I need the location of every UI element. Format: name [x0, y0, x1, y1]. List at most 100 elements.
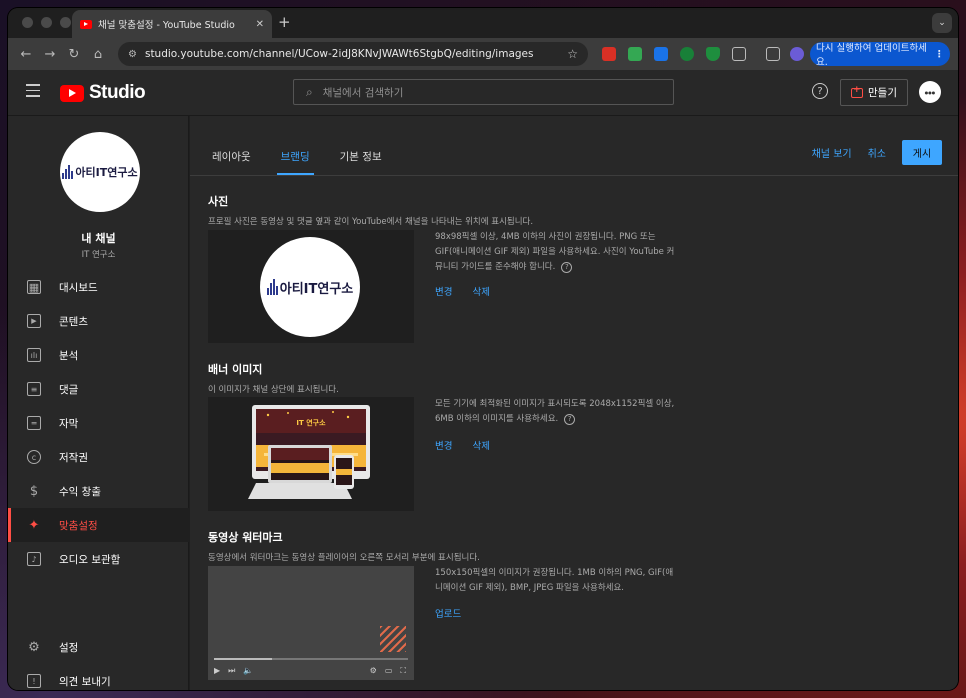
monetization-icon: $ [29, 483, 39, 499]
banner-actions: 변경 삭제 [435, 438, 490, 452]
device-mockup-image: IT 연구소 [248, 405, 370, 499]
photo-description: 프로필 사진은 동영상 및 댓글 옆과 같이 YouTube에서 채널을 나타내… [208, 217, 534, 227]
browser-toolbar: ← → ↻ ⌂ ⚙ studio.youtube.com/channel/UCo… [8, 38, 958, 70]
browser-tab[interactable]: 채널 맞춤설정 - YouTube Studio ✕ [72, 10, 272, 38]
sidebar-item-monetization[interactable]: $ 수익 창출 [8, 474, 189, 508]
address-bar[interactable]: ⚙ studio.youtube.com/channel/UCow-2idJ8K… [118, 42, 588, 66]
upload-watermark-button[interactable]: 업로드 [435, 606, 461, 620]
studio-logo[interactable]: Studio [60, 82, 146, 104]
bookmark-star-icon[interactable]: ☆ [567, 47, 578, 61]
forward-icon[interactable]: → [38, 47, 62, 62]
more-menu-icon[interactable]: ⋮ [935, 49, 945, 60]
change-photo-button[interactable]: 변경 [435, 284, 452, 298]
watermark-description: 동영상에서 워터마크는 동영상 플레이어의 오른쪽 모서리 부분에 표시됩니다. [208, 553, 480, 563]
profile-icon[interactable] [790, 47, 804, 61]
sidebar-item-dashboard[interactable]: ▦ 대시보드 [8, 270, 189, 304]
player-controls-left: ▶ ⏭ 🔈 [214, 666, 253, 676]
photo-info-text: 98x98픽셀 이상, 4MB 이하의 사진이 권장됩니다. PNG 또는 GI… [435, 232, 675, 272]
fullscreen-icon: ⛶ [400, 666, 406, 675]
sidebar-item-label: 분석 [59, 349, 79, 362]
banner-section: 배너 이미지 이 이미지가 채널 상단에 표시됩니다. [208, 361, 339, 395]
channel-logo-icon [266, 279, 278, 295]
sidebar-item-label: 자막 [59, 417, 79, 430]
sidebar-item-settings[interactable]: ⚙ 설정 [8, 630, 189, 664]
create-button[interactable]: 만들기 [840, 79, 908, 106]
sidebar-item-copyright[interactable]: c 저작권 [8, 440, 189, 474]
photo-title: 사진 [208, 195, 229, 208]
tab-search-icon[interactable]: ⌄ [932, 13, 952, 33]
cancel-button[interactable]: 취소 [868, 145, 886, 160]
sidebar-item-label: 대시보드 [59, 281, 98, 294]
minimize-window-button[interactable] [41, 17, 52, 28]
reload-icon[interactable]: ↻ [62, 47, 86, 62]
tab-branding[interactable]: 브랜딩 [276, 140, 314, 175]
content-icon: ▶ [27, 314, 41, 328]
photo-section: 사진 프로필 사진은 동영상 및 댓글 옆과 같이 YouTube에서 채널을 … [208, 193, 533, 227]
settings-gear-icon: ⚙ [369, 666, 377, 675]
watermark-title: 동영상 워터마크 [208, 531, 283, 544]
extension-download-icon[interactable] [654, 47, 668, 61]
sidebar-item-label: 오디오 보관함 [59, 553, 121, 566]
sidebar-item-label: 콘텐츠 [59, 315, 88, 328]
help-icon[interactable]: ? [812, 83, 828, 99]
home-icon[interactable]: ⌂ [86, 47, 110, 62]
sidebar-item-subtitles[interactable]: ═ 자막 [8, 406, 189, 440]
delete-banner-button[interactable]: 삭제 [472, 438, 489, 452]
watermark-info: 150x150픽셀의 이미지가 권장됩니다. 1MB 이하의 PNG, GIF(… [435, 568, 674, 593]
banner-description: 이 이미지가 채널 상단에 표시됩니다. [208, 385, 339, 395]
feedback-icon: ! [27, 674, 41, 688]
watermark-placeholder [380, 626, 406, 652]
youtube-favicon-icon [80, 19, 92, 29]
player-controls-right: ⚙ ▭ ⛶ [370, 666, 406, 676]
extension-green-icon[interactable] [628, 47, 642, 61]
create-label: 만들기 [868, 87, 897, 99]
sidebar-item-label: 의견 보내기 [59, 675, 111, 688]
account-avatar[interactable]: ●●● [919, 81, 941, 103]
extension-leaf-icon[interactable] [680, 47, 694, 61]
url-text: studio.youtube.com/channel/UCow-2idJ8KNv… [144, 48, 534, 60]
new-tab-icon[interactable]: + [278, 13, 291, 31]
zoom-window-button[interactable] [60, 17, 71, 28]
side-panel-icon[interactable] [766, 47, 780, 61]
page-tabs: 레이아웃 브랜딩 기본 정보 [212, 140, 382, 175]
sidebar-item-content[interactable]: ▶ 콘텐츠 [8, 304, 189, 338]
sidebar-item-label: 저작권 [59, 451, 88, 464]
help-circle-icon[interactable]: ? [564, 414, 576, 425]
back-icon[interactable]: ← [14, 47, 38, 62]
update-button[interactable]: 다시 실행하여 업데이트하세요. ⋮ [810, 42, 950, 68]
delete-photo-button[interactable]: 삭제 [472, 284, 489, 298]
tab-layout[interactable]: 레이아웃 [212, 140, 251, 175]
sidebar-item-feedback[interactable]: ! 의견 보내기 [8, 664, 189, 690]
change-banner-button[interactable]: 변경 [435, 438, 452, 452]
extensions-puzzle-icon[interactable] [732, 47, 746, 61]
publish-button[interactable]: 게시 [902, 140, 942, 165]
page-actions: 채널 보기 취소 게시 [812, 140, 942, 165]
banner-title: 배너 이미지 [208, 363, 263, 376]
analytics-icon: ılı [27, 348, 41, 362]
sidebar-nav: ▦ 대시보드 ▶ 콘텐츠 ılı 분석 ≡ 댓글 ═ 자막 c 저작권 $ 수익 창출 ✦ 맞춤… [8, 270, 189, 576]
channel-avatar[interactable]: 아티IT연구소 [60, 132, 140, 212]
sidebar-item-analytics[interactable]: ılı 분석 [8, 338, 189, 372]
extension-red-icon[interactable] [602, 47, 616, 61]
view-channel-link[interactable]: 채널 보기 [812, 145, 852, 160]
tab-basic-info[interactable]: 기본 정보 [340, 140, 382, 175]
subtitles-icon: ═ [27, 416, 41, 430]
close-tab-icon[interactable]: ✕ [256, 19, 264, 30]
play-icon: ▶ [214, 666, 221, 675]
customization-icon: ✦ [28, 517, 40, 533]
menu-icon[interactable] [26, 84, 40, 101]
sidebar-item-audio-library[interactable]: ♪ 오디오 보관함 [8, 542, 189, 576]
sidebar-bottom-nav: ⚙ 설정 ! 의견 보내기 [8, 630, 189, 690]
sidebar-item-comments[interactable]: ≡ 댓글 [8, 372, 189, 406]
volume-icon: 🔈 [243, 666, 254, 675]
search-placeholder: 채널에서 검색하기 [322, 86, 404, 99]
help-circle-icon[interactable]: ? [561, 262, 573, 273]
channel-search-input[interactable]: ⌕ 채널에서 검색하기 [293, 79, 674, 105]
close-window-button[interactable] [22, 17, 33, 28]
site-info-icon[interactable]: ⚙ [128, 49, 137, 60]
logo-text: Studio [89, 82, 146, 103]
window-controls [22, 17, 71, 28]
sidebar-item-customization[interactable]: ✦ 맞춤설정 [8, 508, 189, 542]
sidebar-item-label: 수익 창출 [59, 485, 101, 498]
extension-shield-icon[interactable] [706, 47, 720, 61]
